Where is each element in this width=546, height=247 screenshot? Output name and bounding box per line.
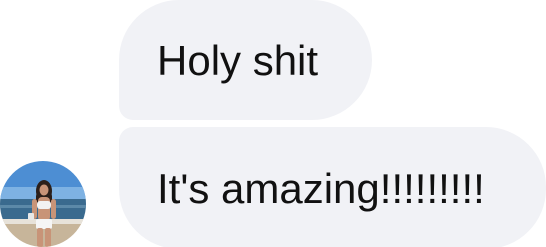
avatar-photo-icon: [0, 161, 86, 247]
message-text: It's amazing!!!!!!!!!: [157, 165, 485, 212]
message-text: Holy shit: [157, 37, 319, 84]
message-bubble[interactable]: Holy shit: [119, 0, 372, 120]
message-thread: Holy shit It's amazing!!!!!!!!!: [0, 0, 546, 247]
message-bubble[interactable]: It's amazing!!!!!!!!!: [119, 127, 546, 247]
sender-avatar[interactable]: [0, 161, 86, 247]
